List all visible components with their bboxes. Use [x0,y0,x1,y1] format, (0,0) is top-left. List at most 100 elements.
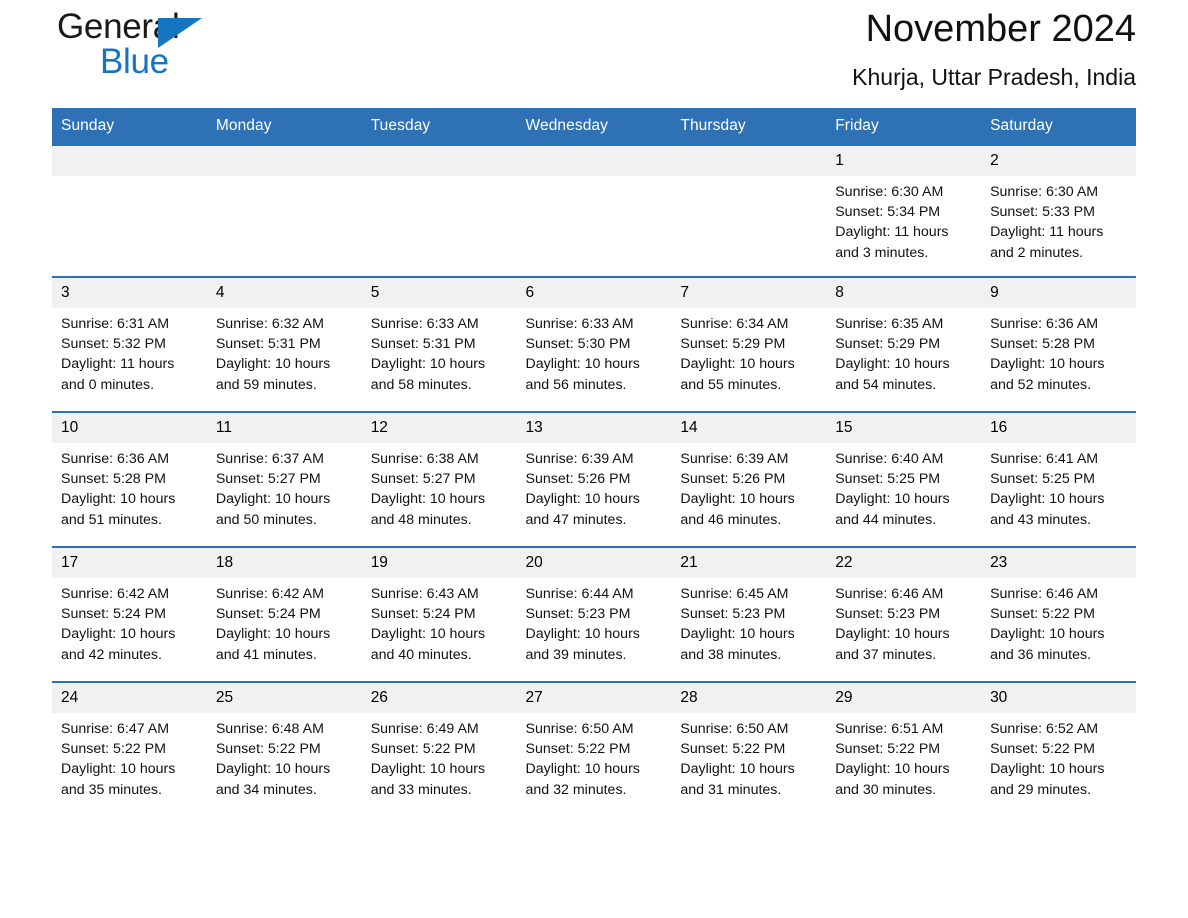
logo-text-blue: Blue [100,42,169,81]
calendar-day-cell[interactable]: 24 Sunrise: 6:47 AM Sunset: 5:22 PM Dayligh… [52,681,207,816]
daylight-text-line2: and 33 minutes. [370,781,472,798]
daylight-text-line2: and 47 minutes. [525,511,627,528]
calendar-day-cell[interactable]: 21 Sunrise: 6:45 AM Sunset: 5:23 PM Dayligh… [671,546,827,682]
daylight-text-line1: Daylight: 10 hours [680,491,795,508]
daylight-text-line1: Daylight: 10 hours [215,491,331,508]
day-number: 13 [516,413,672,443]
day-number: 20 [516,548,672,578]
calendar-day-cell-empty [52,144,207,277]
sunset-text: Sunset: 5:28 PM [61,471,166,488]
sunrise-text: Sunrise: 6:30 AM [835,184,944,200]
calendar-day-cell[interactable]: 2 Sunrise: 6:30 AM Sunset: 5:33 PM Daylight… [981,144,1136,277]
daylight-text-line2: and 37 minutes. [835,646,937,663]
sunrise-text: Sunrise: 6:45 AM [680,586,789,602]
daylight-text-line1: Daylight: 10 hours [525,356,640,373]
calendar-day-cell[interactable]: 22 Sunrise: 6:46 AM Sunset: 5:23 PM Dayligh… [826,546,982,682]
day-number: 22 [826,548,982,578]
sunrise-text: Sunrise: 6:42 AM [215,586,324,602]
daylight-text-line2: and 44 minutes. [835,511,937,528]
day-number: 27 [516,683,672,713]
day-number: 10 [52,413,207,443]
day-info: Sunrise: 6:51 AM Sunset: 5:22 PM Daylight:… [826,713,981,800]
day-number: 23 [981,548,1136,578]
day-number: 12 [361,413,517,443]
sunrise-text: Sunrise: 6:51 AM [835,721,944,737]
daylight-text-line1: Daylight: 10 hours [215,761,331,778]
calendar-day-cell[interactable]: 19 Sunrise: 6:43 AM Sunset: 5:24 PM Dayligh… [361,546,517,682]
day-info: Sunrise: 6:37 AM Sunset: 5:27 PM Daylight:… [207,443,362,530]
daylight-text-line2: and 51 minutes. [61,511,162,528]
daylight-text-line1: Daylight: 11 hours [61,356,175,373]
day-info: Sunrise: 6:35 AM Sunset: 5:29 PM Daylight:… [826,308,981,395]
calendar-week-row: 10 Sunrise: 6:36 AM Sunset: 5:28 PM Dayligh… [52,411,1136,547]
daylight-text-line2: and 32 minutes. [525,781,627,798]
daylight-text-line2: and 38 minutes. [680,646,782,663]
calendar-day-cell[interactable]: 27 Sunrise: 6:50 AM Sunset: 5:22 PM Dayligh… [516,681,672,816]
sunrise-text: Sunrise: 6:36 AM [61,451,170,467]
calendar-day-cell[interactable]: 26 Sunrise: 6:49 AM Sunset: 5:22 PM Dayligh… [361,681,517,816]
day-number: 9 [981,278,1136,308]
day-info: Sunrise: 6:39 AM Sunset: 5:26 PM Daylight:… [517,443,672,530]
sunset-text: Sunset: 5:34 PM [835,204,941,221]
calendar-container: Sunday Monday Tuesday Wednesday Thursday… [52,108,1136,816]
day-info: Sunrise: 6:45 AM Sunset: 5:23 PM Daylight:… [671,578,826,665]
calendar-day-cell[interactable]: 8 Sunrise: 6:35 AM Sunset: 5:29 PM Daylight… [826,276,982,412]
sunset-text: Sunset: 5:33 PM [990,204,1095,221]
sunrise-text: Sunrise: 6:35 AM [835,316,944,332]
sunset-text: Sunset: 5:23 PM [525,606,631,623]
sunset-text: Sunset: 5:26 PM [680,471,786,488]
day-number: 19 [361,548,517,578]
sunset-text: Sunset: 5:23 PM [680,606,786,623]
calendar-day-cell[interactable]: 13 Sunrise: 6:39 AM Sunset: 5:26 PM Dayligh… [516,411,672,547]
calendar-day-cell[interactable]: 18 Sunrise: 6:42 AM Sunset: 5:24 PM Dayligh… [206,546,362,682]
weekday-header-tuesday: Tuesday [361,108,517,145]
calendar-day-cell[interactable]: 4 Sunrise: 6:32 AM Sunset: 5:31 PM Daylight… [206,276,362,412]
day-number: 16 [981,413,1136,443]
daylight-text-line1: Daylight: 10 hours [525,761,640,778]
calendar-day-cell[interactable]: 11 Sunrise: 6:37 AM Sunset: 5:27 PM Dayligh… [206,411,362,547]
calendar-day-cell[interactable]: 16 Sunrise: 6:41 AM Sunset: 5:25 PM Dayligh… [981,411,1136,547]
daylight-text-line1: Daylight: 10 hours [370,761,486,778]
calendar-day-cell[interactable]: 6 Sunrise: 6:33 AM Sunset: 5:30 PM Daylight… [516,276,672,412]
daylight-text-line2: and 36 minutes. [990,646,1092,663]
calendar-day-cell[interactable]: 9 Sunrise: 6:36 AM Sunset: 5:28 PM Daylight… [981,276,1136,412]
calendar-day-cell[interactable]: 7 Sunrise: 6:34 AM Sunset: 5:29 PM Daylight… [671,276,827,412]
daylight-text-line2: and 46 minutes. [680,511,782,528]
calendar-day-cell[interactable]: 20 Sunrise: 6:44 AM Sunset: 5:23 PM Dayligh… [516,546,672,682]
daylight-text-line2: and 30 minutes. [835,781,937,798]
calendar-day-cell[interactable]: 17 Sunrise: 6:42 AM Sunset: 5:24 PM Dayligh… [52,546,207,682]
sunset-text: Sunset: 5:22 PM [215,741,321,758]
calendar-day-cell[interactable]: 23 Sunrise: 6:46 AM Sunset: 5:22 PM Dayligh… [981,546,1136,682]
calendar-day-cell[interactable]: 3 Sunrise: 6:31 AM Sunset: 5:32 PM Daylight… [52,276,207,412]
daylight-text-line2: and 3 minutes. [835,244,929,261]
calendar-day-cell[interactable]: 29 Sunrise: 6:51 AM Sunset: 5:22 PM Dayligh… [826,681,982,816]
calendar-day-cell[interactable]: 14 Sunrise: 6:39 AM Sunset: 5:26 PM Dayligh… [671,411,827,547]
day-info: Sunrise: 6:46 AM Sunset: 5:22 PM Daylight:… [981,578,1136,665]
sunrise-text: Sunrise: 6:32 AM [215,316,324,332]
calendar-table: Sunday Monday Tuesday Wednesday Thursday… [52,108,1136,816]
general-blue-logo[interactable]: General Blue [57,8,237,92]
calendar-day-cell[interactable]: 12 Sunrise: 6:38 AM Sunset: 5:27 PM Dayligh… [361,411,517,547]
day-number: 3 [52,278,207,308]
sunset-text: Sunset: 5:24 PM [215,606,321,623]
day-number [671,146,827,176]
calendar-day-cell[interactable]: 28 Sunrise: 6:50 AM Sunset: 5:22 PM Dayligh… [671,681,827,816]
day-info: Sunrise: 6:43 AM Sunset: 5:24 PM Daylight:… [362,578,517,665]
daylight-text-line2: and 58 minutes. [370,376,472,393]
sunrise-text: Sunrise: 6:34 AM [680,316,789,332]
day-info: Sunrise: 6:32 AM Sunset: 5:31 PM Daylight:… [207,308,362,395]
sunset-text: Sunset: 5:32 PM [61,336,166,353]
calendar-day-cell[interactable]: 25 Sunrise: 6:48 AM Sunset: 5:22 PM Dayligh… [206,681,362,816]
day-info: Sunrise: 6:52 AM Sunset: 5:22 PM Daylight:… [981,713,1136,800]
calendar-day-cell[interactable]: 30 Sunrise: 6:52 AM Sunset: 5:22 PM Dayligh… [981,681,1136,816]
calendar-day-cell[interactable]: 1 Sunrise: 6:30 AM Sunset: 5:34 PM Daylight… [826,144,982,277]
calendar-day-cell[interactable]: 10 Sunrise: 6:36 AM Sunset: 5:28 PM Dayligh… [52,411,207,547]
daylight-text-line1: Daylight: 10 hours [835,491,950,508]
sunset-text: Sunset: 5:24 PM [370,606,476,623]
calendar-day-cell[interactable]: 15 Sunrise: 6:40 AM Sunset: 5:25 PM Dayligh… [826,411,982,547]
weekday-header-sunday: Sunday [52,108,207,145]
sunrise-text: Sunrise: 6:46 AM [990,586,1099,602]
calendar-day-cell[interactable]: 5 Sunrise: 6:33 AM Sunset: 5:31 PM Daylight… [361,276,517,412]
daylight-text-line2: and 54 minutes. [835,376,937,393]
daylight-text-line2: and 50 minutes. [215,511,317,528]
